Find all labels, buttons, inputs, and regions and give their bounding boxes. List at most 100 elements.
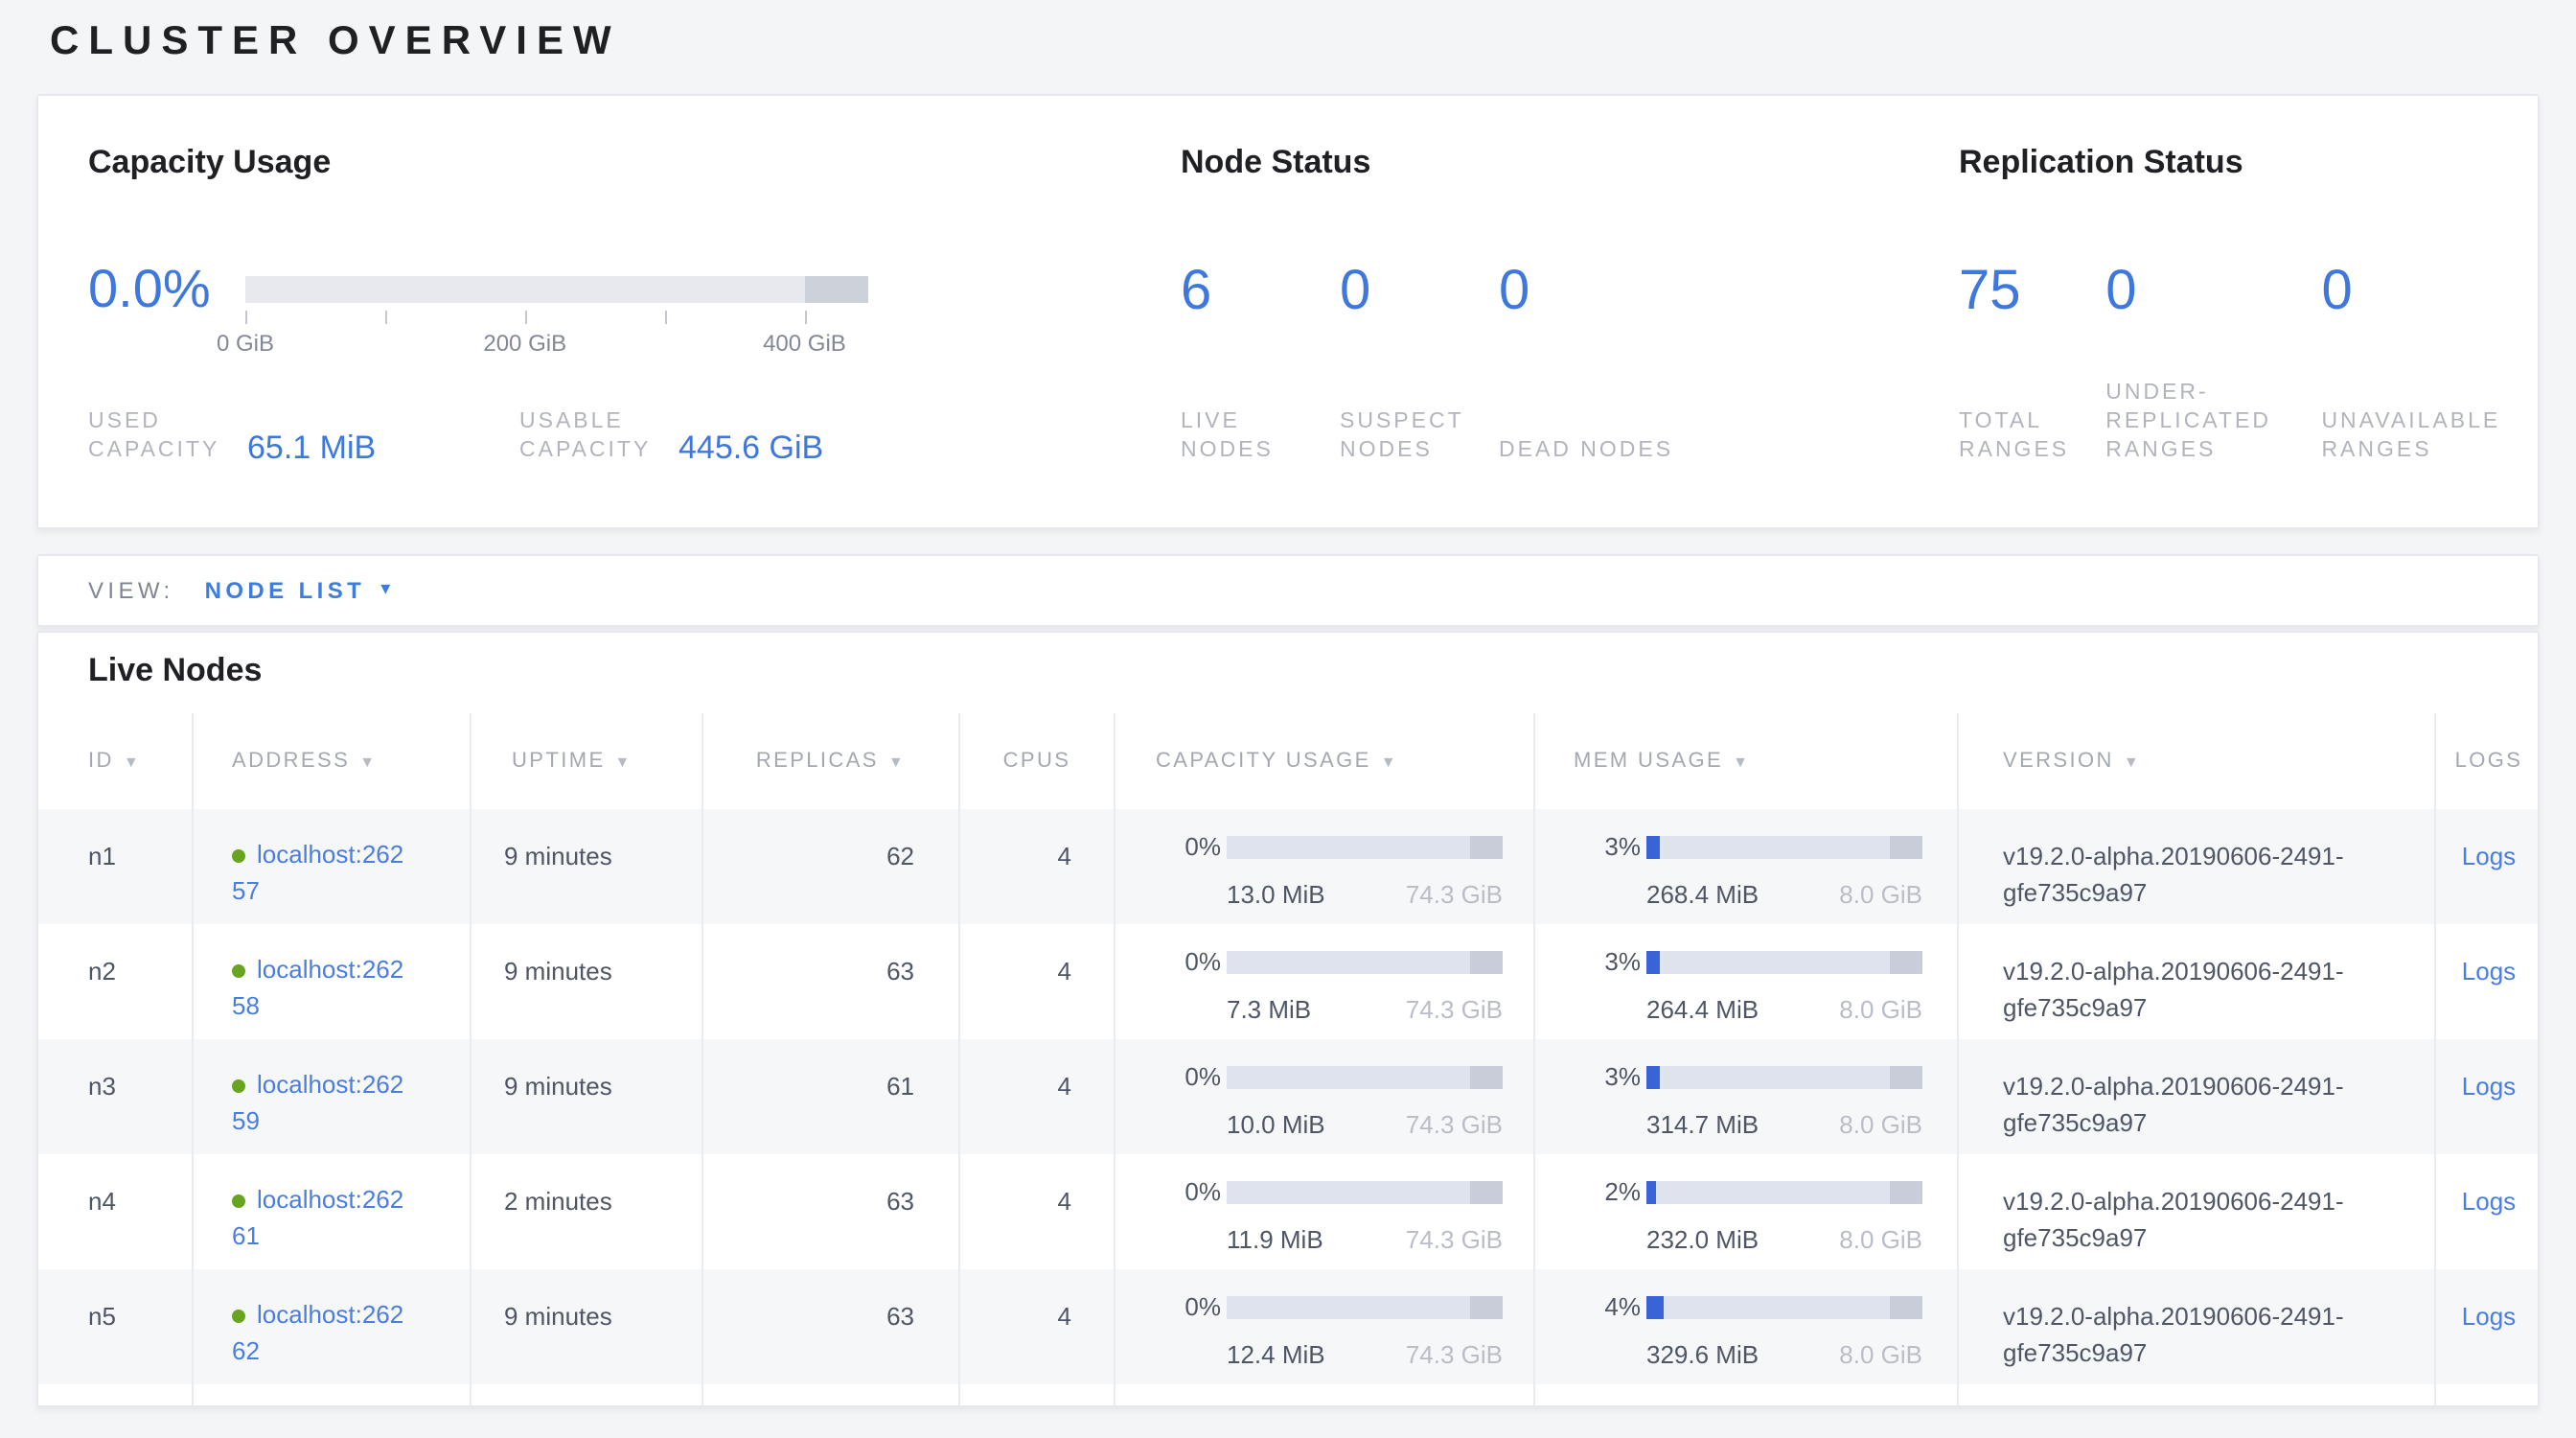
logs-link[interactable]: Logs [2462, 1302, 2516, 1331]
node-address-link[interactable]: localhost:26257 [232, 836, 410, 909]
column-header-uptime[interactable]: UPTIME▼ [472, 713, 703, 809]
table-row-clipped [38, 1384, 2538, 1407]
node-address-cell: localhost:26258 [194, 924, 472, 1039]
cluster-summary-card: Capacity Usage 0.0% 0 GiB 200 GiB 400 Gi… [36, 94, 2540, 529]
page-title: CLUSTER OVERVIEW [50, 19, 621, 65]
uptime-cell: 9 minutes [472, 1039, 703, 1154]
sort-desc-icon: ▼ [2124, 753, 2141, 770]
logs-link[interactable]: Logs [2462, 842, 2516, 870]
uptime-cell: 9 minutes [472, 809, 703, 924]
mem-usage-bar [1646, 1296, 1922, 1319]
logs-cell: Logs [2436, 924, 2540, 1039]
sort-desc-icon: ▼ [888, 753, 906, 770]
node-status-section: Node Status 6 LIVE NODES 0 SUSPECT NODES… [1181, 146, 1813, 466]
column-header-id[interactable]: ID▼ [38, 713, 194, 809]
logs-link[interactable]: Logs [2462, 1072, 2516, 1101]
capacity-usage-title: Capacity Usage [88, 146, 1123, 178]
live-status-icon [232, 1079, 245, 1093]
total-ranges-stat: 75 TOTAL RANGES [1959, 261, 2105, 466]
live-nodes-card: Live Nodes ID▼ ADDRESS▼ UPTIME▼ REPLICAS… [36, 631, 2540, 1407]
cpus-cell: 4 [960, 1039, 1116, 1154]
capacity-usage-cell: 0% 10.0 MiB74.3 GiB [1116, 1039, 1535, 1154]
sort-desc-icon: ▼ [615, 753, 632, 770]
node-address-cell: localhost:26261 [194, 1154, 472, 1269]
version-cell: v19.2.0-alpha.20190606-2491-gfe735c9a97 [1959, 1154, 2436, 1269]
logs-cell: Logs [2436, 1269, 2540, 1384]
node-address-link[interactable]: localhost:26259 [232, 1066, 410, 1139]
capacity-usage-bar [1227, 1066, 1503, 1089]
column-header-logs: LOGS [2436, 713, 2540, 809]
cluster-overview-page: CLUSTER OVERVIEW Capacity Usage 0.0% 0 G… [0, 0, 2576, 1438]
node-address-link[interactable]: localhost:26261 [232, 1181, 410, 1254]
table-header-row: ID▼ ADDRESS▼ UPTIME▼ REPLICAS▼ CPUS CAPA… [38, 713, 2538, 809]
usable-capacity-label: USABLE CAPACITY [519, 408, 678, 466]
live-nodes-stat: 6 LIVE NODES [1181, 261, 1340, 466]
capacity-usage-cell: 0% 11.9 MiB74.3 GiB [1116, 1154, 1535, 1269]
replication-status-title: Replication Status [1959, 146, 2534, 178]
node-id-cell: n4 [38, 1154, 194, 1269]
usable-capacity-value: 445.6 GiB [678, 431, 823, 466]
live-status-icon [232, 849, 245, 863]
sort-desc-icon: ▼ [1733, 753, 1750, 770]
live-status-icon [232, 964, 245, 978]
mem-usage-cell: 3% 268.4 MiB8.0 GiB [1535, 809, 1959, 924]
mem-usage-bar [1646, 1066, 1922, 1089]
table-row: n4 localhost:26261 2 minutes 63 4 0% 11.… [38, 1154, 2538, 1269]
mem-usage-cell: 3% 264.4 MiB8.0 GiB [1535, 924, 1959, 1039]
mem-usage-cell: 2% 232.0 MiB8.0 GiB [1535, 1154, 1959, 1269]
view-selector-bar: VIEW: NODE LIST ▾ [36, 554, 2540, 627]
column-header-replicas[interactable]: REPLICAS▼ [703, 713, 960, 809]
used-capacity-stat: USED CAPACITY 65.1 MiB [88, 408, 376, 466]
column-header-version[interactable]: VERSION▼ [1959, 713, 2436, 809]
live-status-icon [232, 1310, 245, 1323]
suspect-nodes-stat: 0 SUSPECT NODES [1340, 261, 1499, 466]
node-address-cell: localhost:26257 [194, 809, 472, 924]
logs-link[interactable]: Logs [2462, 1187, 2516, 1216]
replicas-cell: 63 [703, 1154, 960, 1269]
uptime-cell: 9 minutes [472, 924, 703, 1039]
capacity-used-percent: 0.0% [88, 257, 245, 322]
view-dropdown-value[interactable]: NODE LIST [205, 577, 366, 604]
node-address-cell: localhost:26262 [194, 1269, 472, 1384]
under-replicated-ranges-stat: 0 UNDER-REPLICATED RANGES [2105, 261, 2321, 466]
live-nodes-title: Live Nodes [88, 650, 2538, 692]
version-cell: v19.2.0-alpha.20190606-2491-gfe735c9a97 [1959, 1269, 2436, 1384]
capacity-usage-bar [1227, 836, 1503, 859]
cpus-cell: 4 [960, 809, 1116, 924]
uptime-cell: 2 minutes [472, 1154, 703, 1269]
used-capacity-label: USED CAPACITY [88, 408, 247, 466]
unavailable-ranges-stat: 0 UNAVAILABLE RANGES [2321, 261, 2534, 466]
node-address-link[interactable]: localhost:26258 [232, 951, 410, 1024]
sort-desc-icon: ▼ [1381, 753, 1398, 770]
logs-link[interactable]: Logs [2462, 957, 2516, 986]
mem-usage-cell: 3% 314.7 MiB8.0 GiB [1535, 1039, 1959, 1154]
node-address-cell: localhost:26259 [194, 1039, 472, 1154]
uptime-cell: 9 minutes [472, 1269, 703, 1384]
node-id-cell: n1 [38, 809, 194, 924]
replicas-cell: 63 [703, 924, 960, 1039]
column-header-address[interactable]: ADDRESS▼ [194, 713, 472, 809]
node-id-cell: n2 [38, 924, 194, 1039]
column-header-capacity-usage[interactable]: CAPACITY USAGE▼ [1116, 713, 1535, 809]
capacity-usage-cell: 0% 13.0 MiB74.3 GiB [1116, 809, 1535, 924]
cpus-cell: 4 [960, 924, 1116, 1039]
version-cell: v19.2.0-alpha.20190606-2491-gfe735c9a97 [1959, 809, 2436, 924]
live-status-icon [232, 1194, 245, 1208]
usable-capacity-stat: USABLE CAPACITY 445.6 GiB [519, 408, 823, 466]
capacity-usage-bar [1227, 1181, 1503, 1204]
mem-usage-bar [1646, 951, 1922, 974]
view-label: VIEW: [88, 577, 174, 604]
logs-cell: Logs [2436, 1154, 2540, 1269]
capacity-usage-cell: 0% 7.3 MiB74.3 GiB [1116, 924, 1535, 1039]
cpus-cell: 4 [960, 1269, 1116, 1384]
cpus-cell: 4 [960, 1154, 1116, 1269]
table-row: n3 localhost:26259 9 minutes 61 4 0% 10.… [38, 1039, 2538, 1154]
node-address-link[interactable]: localhost:26262 [232, 1296, 410, 1369]
view-dropdown[interactable]: NODE LIST ▾ [205, 577, 391, 604]
sort-desc-icon: ▼ [124, 753, 141, 770]
replicas-cell: 62 [703, 809, 960, 924]
logs-cell: Logs [2436, 1039, 2540, 1154]
capacity-usage-bar [1227, 951, 1503, 974]
column-header-mem-usage[interactable]: MEM USAGE▼ [1535, 713, 1959, 809]
node-id-cell: n5 [38, 1269, 194, 1384]
